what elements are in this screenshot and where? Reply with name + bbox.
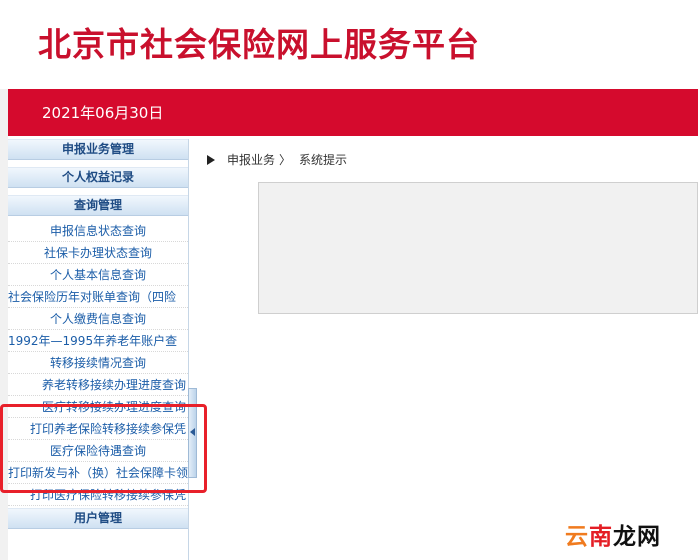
sidebar-item-card-status[interactable]: 社保卡办理状态查询	[8, 243, 188, 264]
sidebar-item-print-medical-certificate[interactable]: 打印医疗保险转移接续参保凭	[8, 485, 188, 506]
triangle-right-icon	[207, 155, 215, 165]
current-date: 2021年06月30日	[42, 104, 164, 122]
sidebar-item-annual-statement[interactable]: 社会保险历年对账单查询（四险	[8, 287, 188, 308]
collapse-arrow-icon	[190, 428, 195, 436]
sidebar-item-print-pension-certificate[interactable]: 打印养老保险转移接续参保凭	[8, 419, 188, 440]
watermark-part-2: 南	[589, 524, 613, 550]
site-title: 北京市社会保险网上服务平台	[38, 25, 480, 64]
sidebar-item-1992-1995-account[interactable]: 1992年—1995年养老年账户查	[8, 331, 188, 352]
sidebar-category-user-management[interactable]: 用户管理	[8, 508, 188, 529]
sidebar-item-medical-transfer-progress[interactable]: 医疗转移接续办理进度查询	[8, 397, 188, 418]
sidebar-category-declaration[interactable]: 申报业务管理	[8, 139, 188, 160]
sidebar-category-personal-rights[interactable]: 个人权益记录	[8, 167, 188, 188]
sidebar-item-print-card-receipt[interactable]: 打印新发与补（换）社会保障卡领	[8, 463, 188, 484]
date-bar: 2021年06月30日	[8, 89, 698, 136]
sidebar-item-basic-info[interactable]: 个人基本信息查询	[8, 265, 188, 286]
sidebar-item-pension-transfer-progress[interactable]: 养老转移接续办理进度查询	[8, 375, 188, 396]
breadcrumb: 申报业务〉系统提示	[207, 151, 347, 168]
sidebar-item-payment-info[interactable]: 个人缴费信息查询	[8, 309, 188, 330]
watermark-part-3: 龙网	[613, 524, 661, 550]
sidebar-item-declaration-status[interactable]: 申报信息状态查询	[8, 221, 188, 242]
query-submenu: 申报信息状态查询 社保卡办理状态查询 个人基本信息查询 社会保险历年对账单查询（…	[8, 221, 188, 506]
sidebar-collapse-handle[interactable]	[188, 388, 197, 478]
header: 北京市社会保险网上服务平台	[0, 0, 698, 89]
breadcrumb-section[interactable]: 申报业务	[227, 153, 275, 167]
sidebar-category-query[interactable]: 查询管理	[8, 195, 188, 216]
watermark-logo: 云南龙网	[565, 517, 661, 551]
sidebar-item-medical-benefit[interactable]: 医疗保险待遇查询	[8, 441, 188, 462]
system-message-panel	[258, 182, 698, 314]
watermark-part-1: 云	[565, 524, 589, 550]
sidebar: 申报业务管理 个人权益记录 查询管理 申报信息状态查询 社保卡办理状态查询 个人…	[8, 139, 189, 560]
breadcrumb-page: 系统提示	[299, 153, 348, 167]
sidebar-item-transfer-status[interactable]: 转移接续情况查询	[8, 353, 188, 374]
breadcrumb-separator: 〉	[279, 153, 292, 167]
